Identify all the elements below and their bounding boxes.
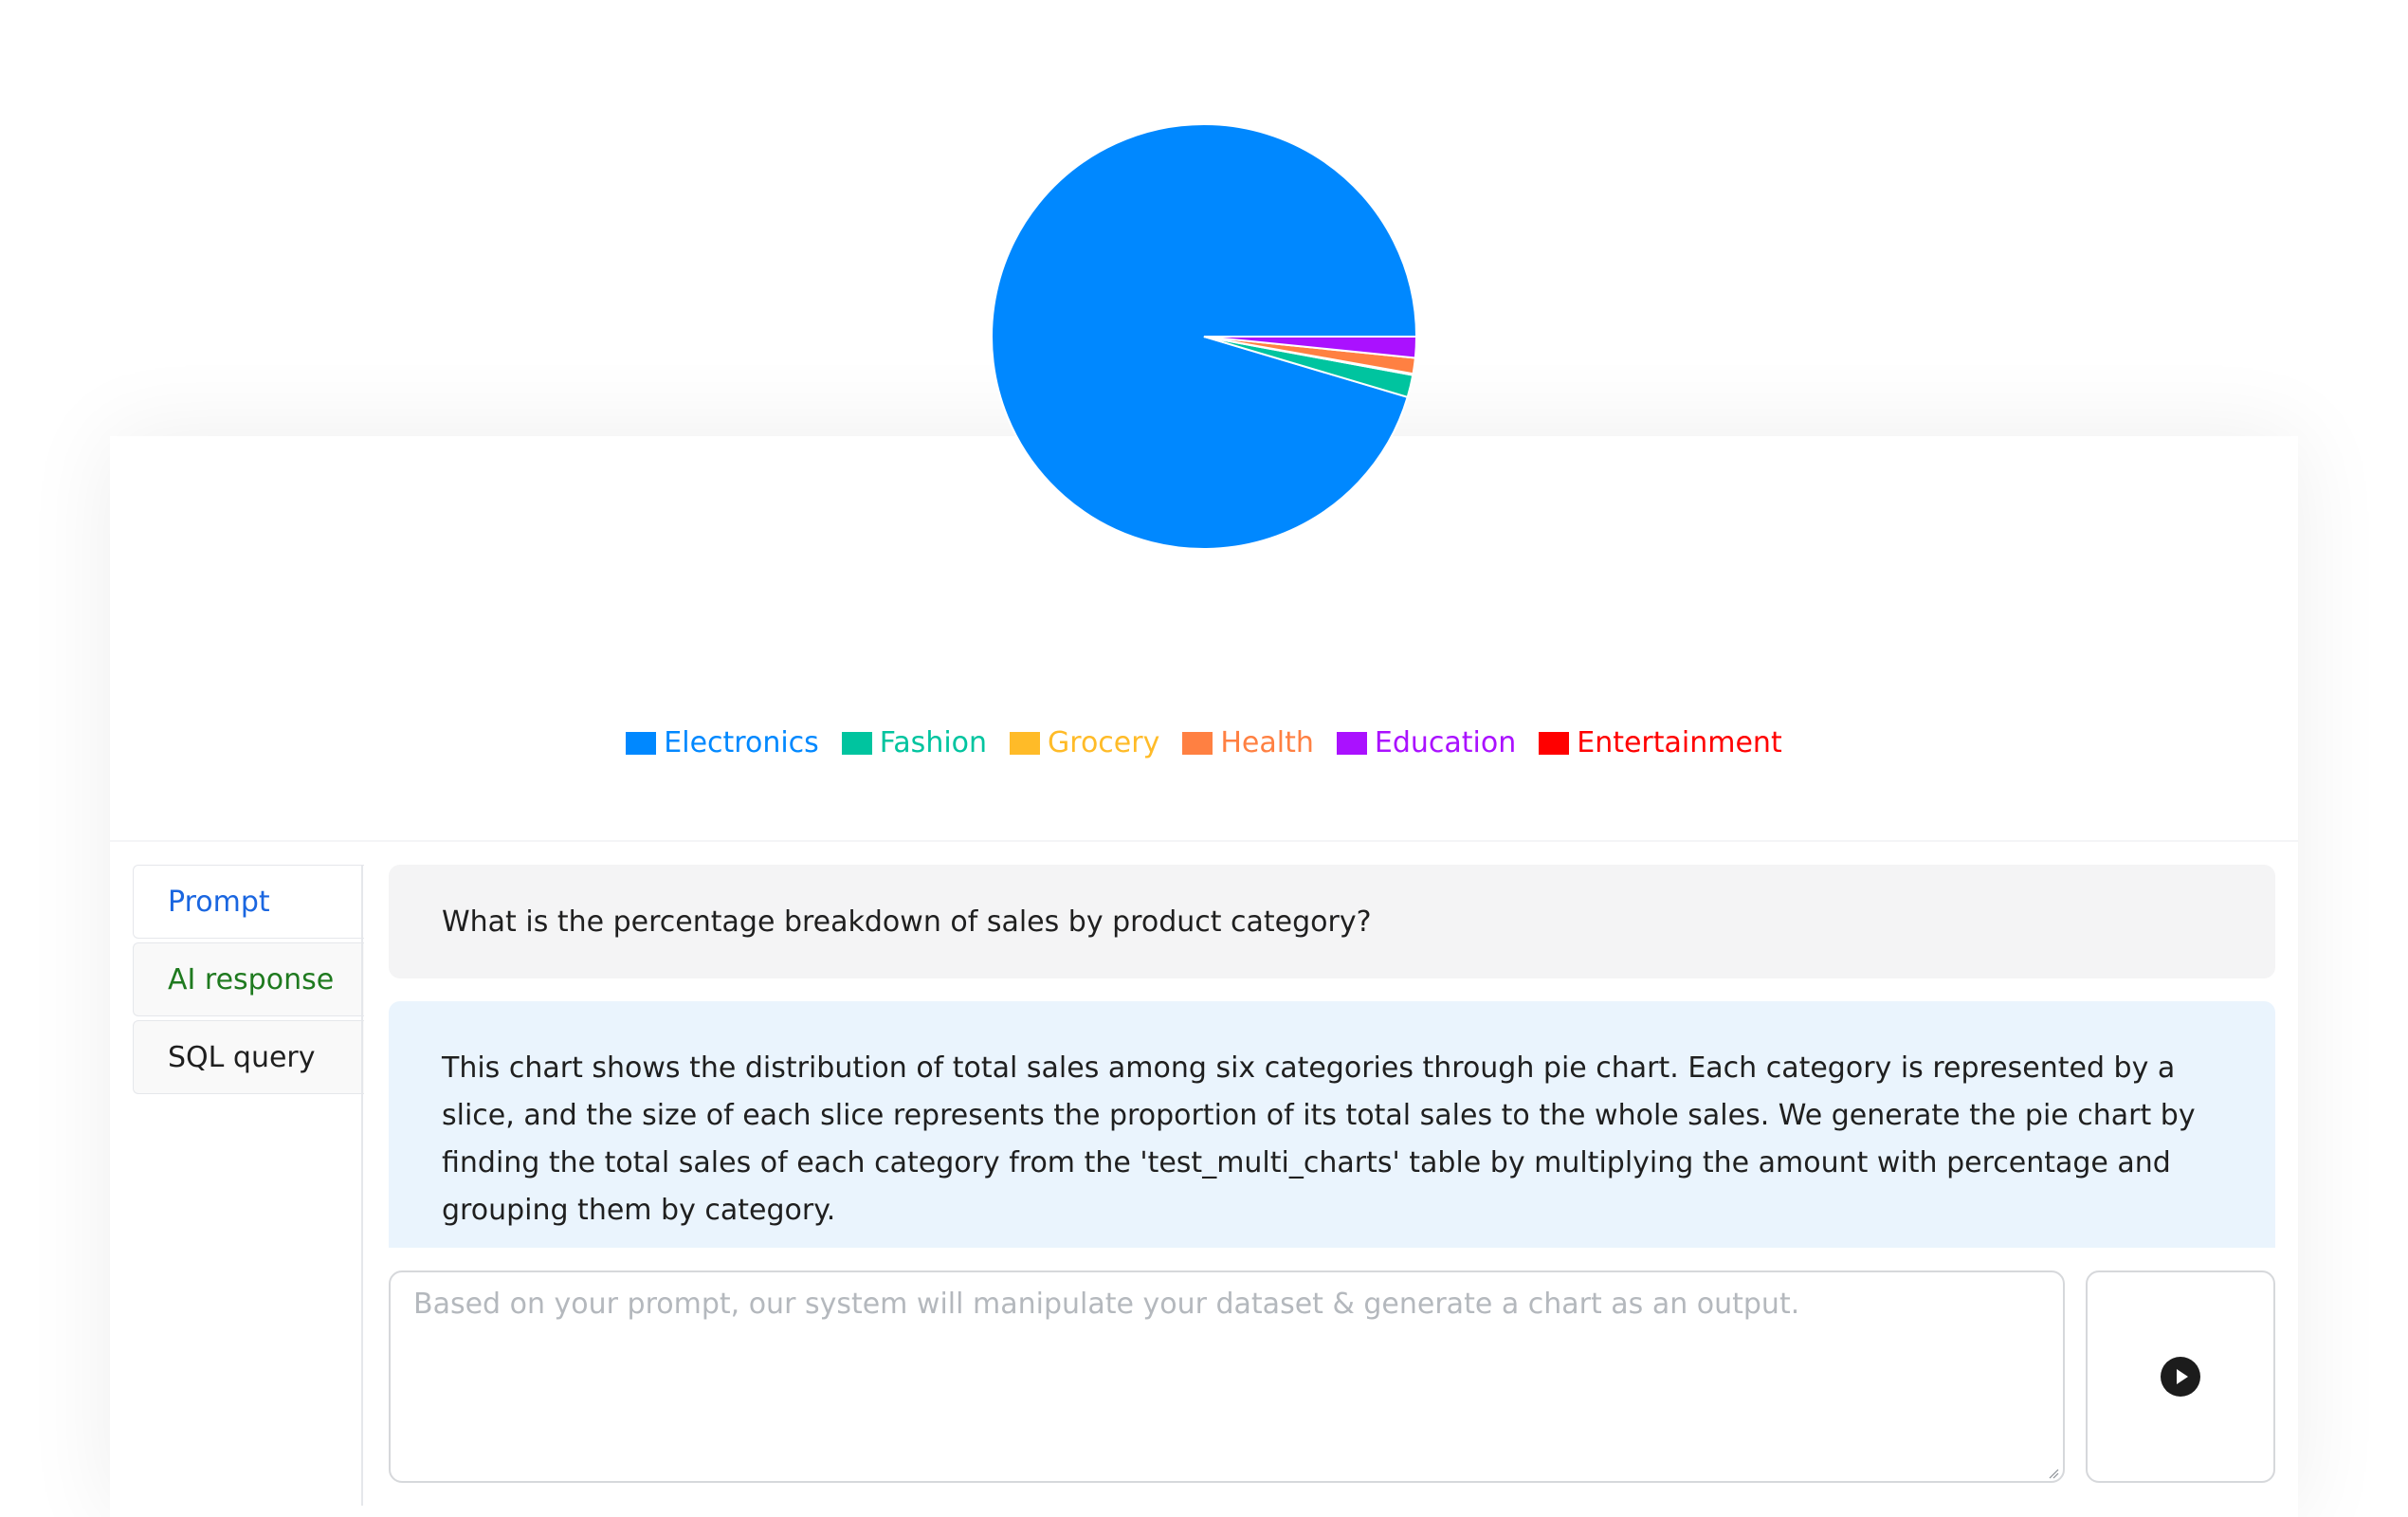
legend-item-fashion[interactable]: Fashion	[841, 726, 988, 759]
chart-area: Electronics Fashion Grocery Health Education…	[0, 0, 2408, 834]
response-text: This chart shows the distribution of tot…	[442, 1051, 2196, 1227]
tab-prompt[interactable]: Prompt	[133, 865, 364, 939]
legend-label: Health	[1220, 726, 1314, 759]
chart-legend: Electronics Fashion Grocery Health Education…	[0, 726, 2408, 759]
play-circle-icon	[2161, 1357, 2200, 1397]
ai-response-message: This chart shows the distribution of tot…	[389, 1001, 2275, 1248]
tab-ai-response-label: AI response	[168, 962, 335, 996]
tab-ai-response[interactable]: AI response	[133, 942, 364, 1016]
legend-label: Fashion	[879, 726, 988, 759]
legend-swatch	[626, 731, 657, 755]
prompt-input[interactable]	[389, 1270, 2065, 1483]
tab-sql-query-label: SQL query	[168, 1040, 316, 1074]
legend-swatch	[1539, 731, 1570, 755]
pie-chart	[991, 123, 1418, 550]
legend-swatch	[841, 731, 872, 755]
legend-item-entertainment[interactable]: Entertainment	[1539, 726, 1782, 759]
legend-label: Entertainment	[1577, 726, 1782, 759]
prompt-message: What is the percentage breakdown of sale…	[389, 865, 2275, 978]
legend-item-electronics[interactable]: Electronics	[626, 726, 819, 759]
tab-list: Prompt AI response SQL query	[133, 865, 364, 1098]
prompt-text: What is the percentage breakdown of sale…	[442, 905, 1372, 939]
legend-label: Education	[1374, 726, 1517, 759]
legend-swatch	[1336, 731, 1367, 755]
legend-swatch	[1182, 731, 1213, 755]
legend-item-education[interactable]: Education	[1336, 726, 1517, 759]
tab-prompt-label: Prompt	[168, 885, 270, 919]
legend-swatch	[1010, 731, 1041, 755]
legend-label: Grocery	[1048, 726, 1160, 759]
legend-item-grocery[interactable]: Grocery	[1010, 726, 1159, 759]
tab-sql-query[interactable]: SQL query	[133, 1020, 364, 1094]
legend-item-health[interactable]: Health	[1182, 726, 1314, 759]
send-button[interactable]	[2086, 1270, 2275, 1483]
divider	[110, 840, 2298, 842]
tab-rail	[361, 865, 363, 1506]
legend-label: Electronics	[664, 726, 819, 759]
resize-grip-icon[interactable]	[2048, 1468, 2059, 1479]
